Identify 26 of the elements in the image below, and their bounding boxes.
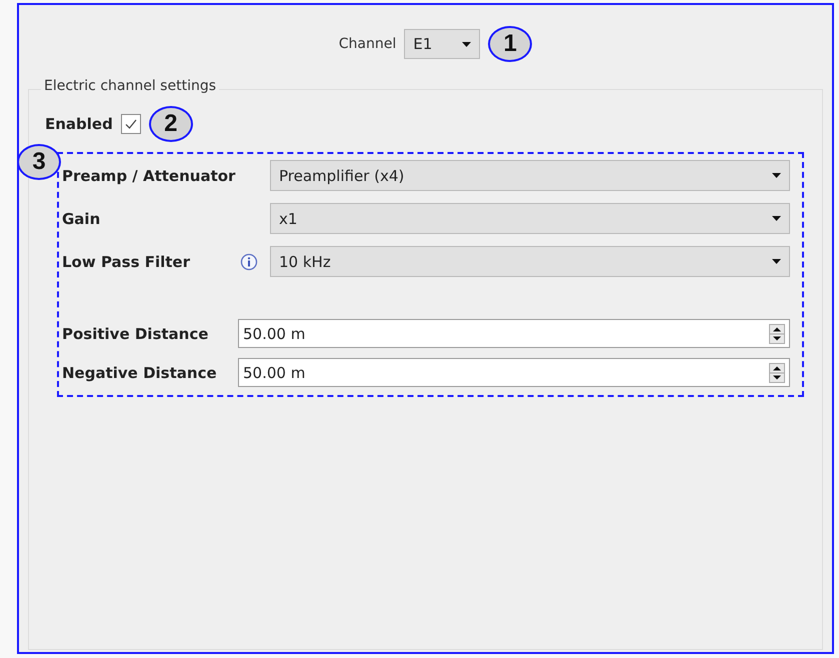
field-label: Low Pass Filter <box>62 252 192 270</box>
field-label: Negative Distance <box>62 364 218 382</box>
field-label: Preamp / Attenuator <box>62 166 236 184</box>
callout-number: 3 <box>17 144 61 180</box>
enabled-label: Enabled <box>45 115 113 133</box>
info-icon[interactable] <box>240 252 258 270</box>
callout-number: 2 <box>148 106 193 142</box>
spin-box[interactable]: 50.00 m <box>238 319 790 348</box>
spin-arrows-icon[interactable] <box>769 362 785 382</box>
dropdown[interactable]: 10 kHz <box>270 246 790 277</box>
caret-icon <box>772 173 781 178</box>
checkmark-icon <box>124 117 138 131</box>
caret-icon <box>772 216 781 221</box>
spin-arrows-icon[interactable] <box>769 324 785 344</box>
field-label: Gain <box>62 210 102 228</box>
caret-icon <box>772 259 781 264</box>
channel-dropdown[interactable]: E1 <box>404 29 480 59</box>
field-label: Positive Distance <box>62 324 210 342</box>
channel-label: Channel <box>338 36 396 52</box>
dropdown[interactable]: Preamplifier (x4) <box>270 160 790 191</box>
spin-box[interactable]: 50.00 m <box>238 358 790 387</box>
callout-number: 1 <box>488 26 532 62</box>
enabled-checkbox[interactable] <box>120 114 141 134</box>
dropdown[interactable]: x1 <box>270 203 790 234</box>
group-title: Electric channel settings <box>41 78 220 94</box>
caret-icon <box>462 42 472 46</box>
